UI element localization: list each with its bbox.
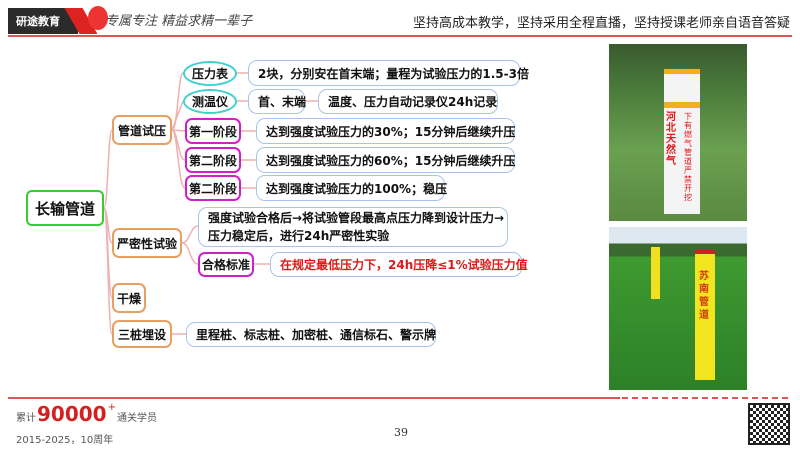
detail-acceptance-criteria[interactable]: 在规定最低压力下，24h压降≤1%试验压力值 bbox=[270, 252, 528, 277]
node-pressure-gauge[interactable]: 压力表 bbox=[183, 61, 237, 86]
node-thermometer[interactable]: 测温仪 bbox=[183, 89, 237, 114]
marker-text-left: 河北天然气 bbox=[666, 112, 676, 167]
footer-stats: 累计 90000 + 通关学员 bbox=[16, 402, 157, 426]
procedure-line-2: 压力稳定后，进行24h严密性实验 bbox=[208, 229, 390, 243]
node-stage-2[interactable]: 第二阶段 bbox=[185, 147, 241, 173]
page-number: 39 bbox=[394, 426, 408, 439]
detail-stage-3[interactable]: 达到强度试验压力的100%；稳压 bbox=[256, 175, 447, 201]
procedure-line-1: 强度试验合格后→将试验管段最高点压力降到设计压力→ bbox=[208, 211, 505, 225]
marker-text-right: 下有燃气管道 严禁开挖 bbox=[684, 112, 692, 202]
detail-marker-posts[interactable]: 里程桩、标志桩、加密桩、通信标石、警示牌 bbox=[186, 322, 436, 347]
stats-suffix: 通关学员 bbox=[116, 413, 157, 424]
detail-thermometer-location[interactable]: 首、末端 bbox=[248, 89, 306, 114]
root-node[interactable]: 长输管道 bbox=[26, 190, 104, 226]
detail-pressure-gauge[interactable]: 2块，分别安在首末端；量程为试验压力的1.5-3倍 bbox=[248, 60, 529, 86]
footer-divider bbox=[8, 397, 620, 399]
node-stage-3[interactable]: 第二阶段 bbox=[185, 175, 241, 201]
branch-marker-posts[interactable]: 三桩埋设 bbox=[112, 320, 172, 348]
detail-stage-2[interactable]: 达到强度试验压力的60%；15分钟后继续升压 bbox=[256, 147, 515, 173]
stats-plus: + bbox=[107, 402, 116, 413]
branch-pressure-test[interactable]: 管道试压 bbox=[112, 115, 172, 145]
photo-field-markers: 苏南管道 bbox=[609, 227, 747, 390]
qr-code-icon bbox=[748, 403, 790, 445]
detail-stage-1[interactable]: 达到强度试验压力的30%；15分钟后继续升压 bbox=[256, 118, 515, 144]
footer-dashes bbox=[622, 397, 792, 399]
marker-text-yellow: 苏南管道 bbox=[699, 271, 709, 321]
stats-prefix: 累计 bbox=[16, 413, 36, 424]
marker-post: 河北天然气 下有燃气管道 严禁开挖 bbox=[664, 69, 700, 214]
footer-years: 2015-2025，10周年 bbox=[16, 435, 114, 446]
detail-thermometer-record[interactable]: 温度、压力自动记录仪24h记录 bbox=[318, 89, 498, 114]
stats-count: 90000 bbox=[37, 402, 107, 426]
branch-drying[interactable]: 干燥 bbox=[112, 283, 146, 313]
photo-gas-marker: 河北天然气 下有燃气管道 严禁开挖 bbox=[609, 44, 747, 221]
node-stage-1[interactable]: 第一阶段 bbox=[185, 118, 241, 144]
detail-tightness-procedure[interactable]: 强度试验合格后→将试验管段最高点压力降到设计压力→ 压力稳定后，进行24h严密性… bbox=[198, 207, 508, 247]
node-acceptance-criteria[interactable]: 合格标准 bbox=[198, 252, 254, 277]
branch-tightness-test[interactable]: 严密性试验 bbox=[112, 228, 182, 258]
marker-post-yellow: 苏南管道 bbox=[695, 250, 715, 380]
